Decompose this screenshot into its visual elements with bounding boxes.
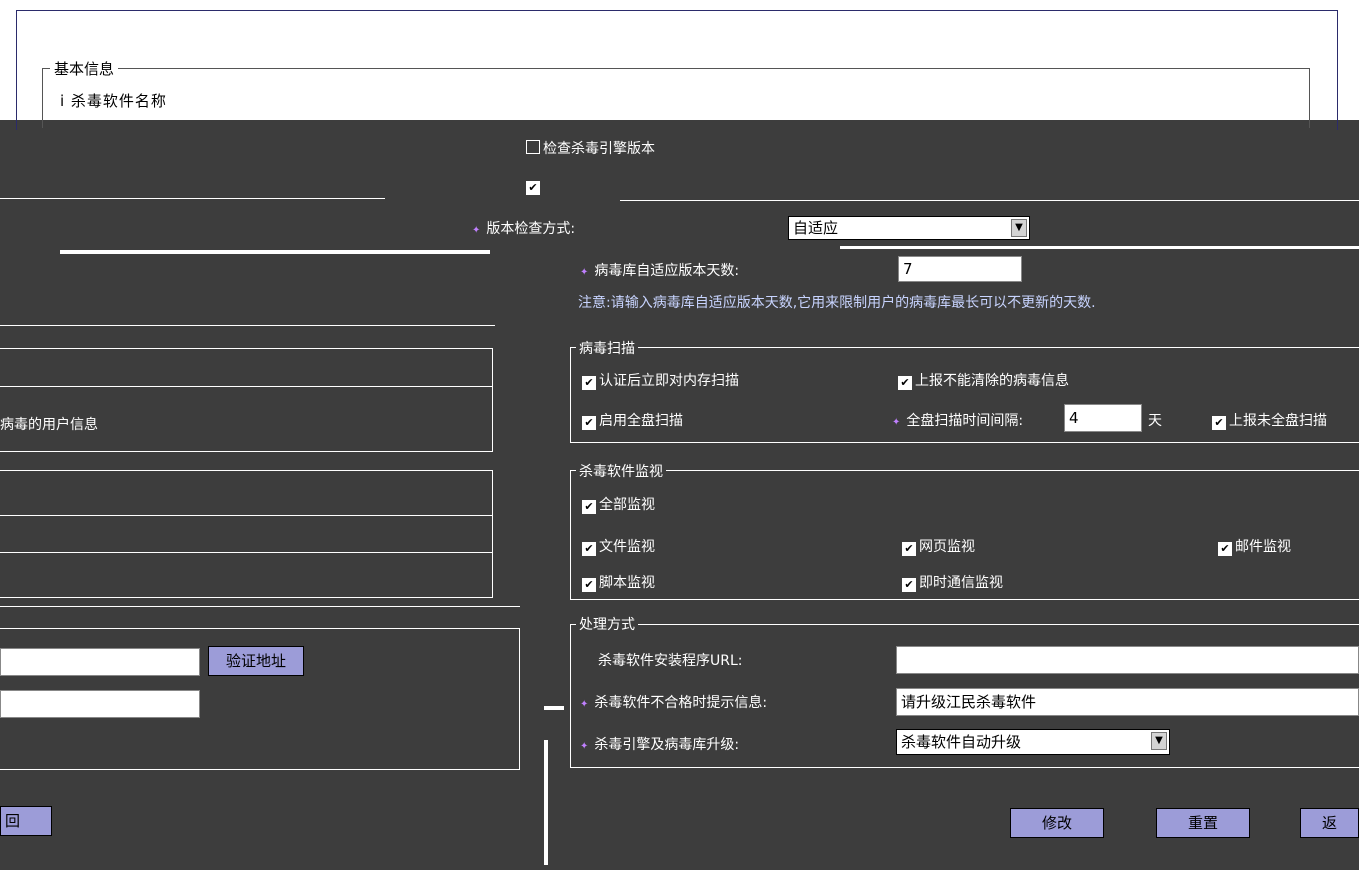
divider xyxy=(0,552,493,553)
checkbox-checked-icon[interactable]: ✔ xyxy=(902,542,916,556)
left-panel-1 xyxy=(0,348,493,452)
left-user-info-text: 病毒的用户信息 xyxy=(0,417,98,433)
checkbox-engine[interactable] xyxy=(526,140,540,154)
top-row-label: i 杀毒软件名称 xyxy=(60,92,167,110)
divider xyxy=(0,515,493,516)
report-full-scan-option[interactable]: ✔ 上报未全盘扫描 xyxy=(1212,410,1327,430)
report-uncleared-option[interactable]: ✔ 上报不能清除的病毒信息 xyxy=(898,370,1069,390)
version-check-select[interactable]: 自适应 ▼ xyxy=(788,216,1030,240)
required-star-icon: ✦ xyxy=(580,741,589,752)
required-star-icon: ✦ xyxy=(580,699,589,710)
reset-button[interactable]: 重置 xyxy=(1156,808,1250,838)
full-scan-interval-input[interactable]: 4 xyxy=(1064,404,1142,432)
monitor-legend: 杀毒软件监视 xyxy=(576,461,666,481)
checkbox-checked-icon[interactable]: ✔ xyxy=(582,542,596,556)
checkbox-checked-icon[interactable]: ✔ xyxy=(582,416,596,430)
install-url-label: 杀毒软件安装程序URL: xyxy=(598,653,743,669)
checkbox-checked-icon[interactable]: ✔ xyxy=(1218,542,1232,556)
divider xyxy=(620,200,1359,201)
back-button[interactable]: 返 xyxy=(1300,808,1359,838)
web-monitor-option[interactable]: ✔ 网页监视 xyxy=(902,536,975,556)
fail-msg-input[interactable]: 请升级江民杀毒软件 xyxy=(896,688,1359,716)
virus-db-days-input[interactable]: 7 xyxy=(898,256,1022,282)
left-input-2[interactable] xyxy=(0,690,200,718)
divider xyxy=(0,198,385,199)
virus-db-days-label: ✦ 病毒库自适应版本天数: xyxy=(580,263,740,279)
full-scan-interval-label: ✦ 全盘扫描时间间隔: xyxy=(892,413,1024,429)
script-monitor-option[interactable]: ✔ 脚本监视 xyxy=(582,572,655,592)
divider xyxy=(840,246,1359,249)
checkbox-checked-icon[interactable]: ✔ xyxy=(898,376,912,390)
chevron-down-icon[interactable]: ▼ xyxy=(1011,219,1027,237)
chevron-down-icon[interactable]: ▼ xyxy=(1151,732,1167,750)
engine-version-check[interactable]: 检查杀毒引擎版本 xyxy=(526,138,655,158)
checkbox-checked-icon[interactable]: ✔ xyxy=(902,578,916,592)
all-monitor-option[interactable]: ✔ 全部监视 xyxy=(582,494,655,514)
enable-full-scan-option[interactable]: ✔ 启用全盘扫描 xyxy=(582,410,683,430)
divider xyxy=(544,706,564,710)
back-button-left[interactable]: 回 xyxy=(0,806,52,836)
days-unit: 天 xyxy=(1148,413,1162,429)
divider xyxy=(0,325,495,326)
basic-info-fieldset xyxy=(42,68,1310,128)
left-panel-2 xyxy=(0,470,493,598)
checkbox-checked-icon[interactable]: ✔ xyxy=(582,500,596,514)
basic-info-legend: 基本信息 xyxy=(50,58,119,79)
required-star-icon: ✦ xyxy=(580,267,589,278)
virus-scan-legend: 病毒扫描 xyxy=(576,338,638,358)
upgrade-label: ✦ 杀毒引擎及病毒库升级: xyxy=(580,737,740,753)
checkbox-checked-icon[interactable]: ✔ xyxy=(526,181,540,195)
checkbox-checked-icon[interactable]: ✔ xyxy=(582,376,596,390)
divider xyxy=(544,740,548,865)
divider xyxy=(0,606,520,607)
engine-check-2[interactable]: ✔ xyxy=(526,178,543,195)
divider xyxy=(0,386,493,387)
divider xyxy=(60,250,490,254)
handling-legend: 处理方式 xyxy=(576,614,638,634)
checkbox-checked-icon[interactable]: ✔ xyxy=(1212,416,1226,430)
im-monitor-option[interactable]: ✔ 即时通信监视 xyxy=(902,572,1003,592)
required-star-icon: ✦ xyxy=(472,225,481,236)
fail-msg-label: ✦ 杀毒软件不合格时提示信息: xyxy=(580,695,768,711)
install-url-input[interactable] xyxy=(896,646,1359,674)
left-url-input[interactable] xyxy=(0,648,200,676)
virus-db-note: 注意:请输入病毒库自适应版本天数,它用来限制用户的病毒库最长可以不更新的天数. xyxy=(578,295,1096,311)
version-check-label: ✦ 版本检查方式: xyxy=(472,221,576,237)
modify-button[interactable]: 修改 xyxy=(1010,808,1104,838)
checkbox-checked-icon[interactable]: ✔ xyxy=(582,578,596,592)
required-star-icon: ✦ xyxy=(892,417,901,428)
verify-address-button[interactable]: 验证地址 xyxy=(208,646,304,676)
scan-after-auth-option[interactable]: ✔ 认证后立即对内存扫描 xyxy=(582,370,739,390)
file-monitor-option[interactable]: ✔ 文件监视 xyxy=(582,536,655,556)
upgrade-select[interactable]: 杀毒软件自动升级 ▼ xyxy=(896,729,1170,755)
mail-monitor-option[interactable]: ✔ 邮件监视 xyxy=(1218,536,1291,556)
